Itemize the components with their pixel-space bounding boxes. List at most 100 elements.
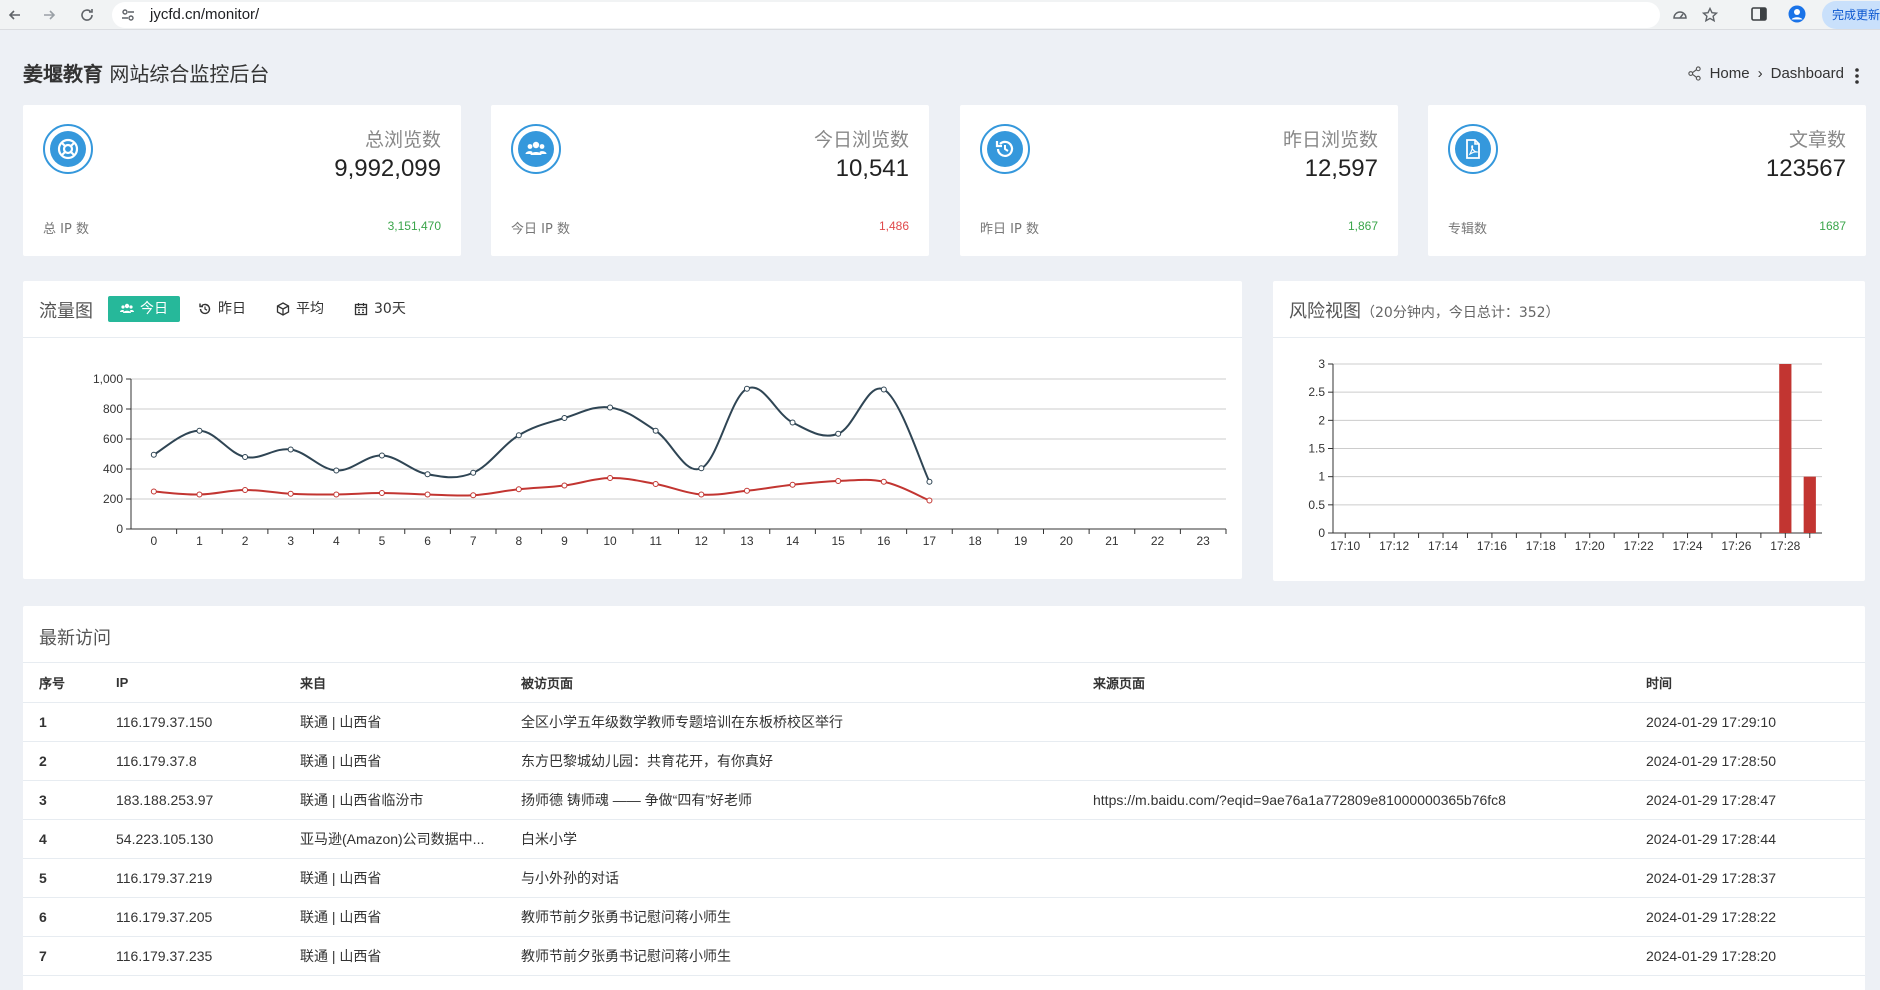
table-cell: 3: [23, 780, 116, 820]
x-tick-label: 1: [196, 534, 203, 548]
y-tick-label: 200: [103, 492, 123, 506]
table-cell: 联通 | 山西省临汾市: [300, 780, 521, 820]
stat-label: 总浏览数: [364, 129, 441, 151]
x-tick-label: 17:20: [1575, 539, 1605, 553]
table-cell: 4: [23, 819, 116, 859]
table-header-row: 序号 IP 来自 被访页面 来源页面 时间: [23, 663, 1865, 703]
forward-icon[interactable]: [38, 4, 60, 26]
table-cell: 183.188.253.97: [116, 780, 300, 820]
tab-label: 平均: [296, 301, 324, 317]
table-cell: 教师节前夕张勇书记慰问蒋小师生: [521, 936, 1093, 976]
data-point: [333, 467, 340, 474]
data-point: [150, 451, 157, 458]
table-cell: 5: [23, 858, 116, 898]
data-point: [242, 454, 249, 460]
table-cell: 116.179.37.150: [116, 702, 300, 742]
column-header: 时间: [1646, 663, 1865, 703]
table-cell: 116.179.37.8: [116, 741, 300, 781]
y-tick-label: 400: [103, 462, 123, 476]
site-settings-icon[interactable]: [120, 7, 136, 23]
x-tick-label: 13: [740, 534, 754, 548]
tab-yesterday[interactable]: 昨日: [186, 296, 258, 322]
data-point: [698, 491, 705, 498]
x-tick-label: 17:18: [1526, 539, 1556, 553]
more-vertical-icon[interactable]: [1854, 66, 1860, 86]
calendar-icon: [354, 303, 368, 316]
x-tick-label: 2: [242, 534, 249, 548]
table-cell: 与小外孙的对话: [521, 858, 1093, 898]
breadcrumb: Home › Dashboard: [1687, 65, 1844, 82]
x-tick-label: 0: [150, 534, 157, 548]
side-panel-icon[interactable]: [1750, 5, 1768, 23]
speed-gauge-icon[interactable]: [1672, 7, 1688, 23]
reload-icon[interactable]: [76, 4, 98, 26]
data-point: [150, 488, 157, 495]
tab-today[interactable]: 今日: [108, 296, 180, 322]
stat-value: 10,541: [835, 155, 909, 182]
pdf-file-icon: [1448, 124, 1498, 174]
data-point: [743, 385, 750, 392]
data-point: [561, 482, 568, 489]
table-row[interactable]: 3 183.188.253.97 联通 | 山西省临汾市 扬师德 铸师魂 —— 争做“…: [23, 780, 1865, 820]
x-tick-label: 21: [1105, 534, 1119, 548]
stat-sub-label: 今日 IP 数: [511, 222, 570, 237]
update-button[interactable]: 完成更新: [1822, 1, 1880, 29]
profile-avatar-icon[interactable]: [1788, 5, 1806, 23]
table-cell: [1093, 858, 1646, 898]
browser-toolbar: jycfd.cn/monitor/ 完成更新: [0, 0, 1880, 30]
bookmark-star-icon[interactable]: [1702, 7, 1718, 23]
data-point: [196, 491, 203, 498]
stat-card-total-views: 总浏览数 9,992,099 总 IP 数 3,151,470: [23, 105, 461, 256]
breadcrumb-home[interactable]: Home: [1710, 65, 1750, 82]
tab-label: 今日: [140, 301, 168, 317]
stat-label: 今日浏览数: [813, 129, 909, 151]
table-row[interactable]: 7 116.179.37.235 联通 | 山西省 教师节前夕张勇书记慰问蒋小师生 20…: [23, 936, 1865, 976]
table-cell: [1093, 897, 1646, 937]
traffic-panel: 流量图 今日 昨日 平均 30天 0 200 400 600 800 1,000 0 1 2 3 4…: [23, 281, 1242, 579]
data-point: [424, 491, 431, 498]
title-text: 网站综合监控后台: [103, 62, 270, 86]
stat-label: 文章数: [1788, 129, 1846, 151]
data-point: [378, 490, 385, 496]
y-tick-label: 1.5: [1308, 442, 1325, 456]
tab-30-days[interactable]: 30天: [342, 296, 418, 322]
x-tick-label: 23: [1197, 534, 1211, 548]
table-row[interactable]: 6 116.179.37.205 联通 | 山西省 教师节前夕张勇书记慰问蒋小师生 20…: [23, 897, 1865, 937]
table-row[interactable]: 4 54.223.105.130 亚马逊(Amazon)公司数据中... 白米小学 20…: [23, 819, 1865, 859]
x-tick-label: 17:22: [1624, 539, 1654, 553]
users-icon: [511, 124, 561, 174]
stat-card-articles: 文章数 123567 专辑数 1687: [1428, 105, 1866, 256]
x-tick-label: 16: [877, 534, 891, 548]
breadcrumb-dashboard[interactable]: Dashboard: [1771, 65, 1844, 82]
table-cell: 2024-01-29 17:28:50: [1646, 741, 1865, 781]
data-point: [378, 452, 385, 459]
y-tick-label: 1: [1318, 470, 1325, 484]
tab-average[interactable]: 平均: [264, 296, 336, 322]
column-header: 序号: [23, 663, 116, 703]
history-icon: [199, 303, 211, 315]
back-icon[interactable]: [4, 4, 26, 26]
address-bar[interactable]: jycfd.cn/monitor/: [112, 2, 1718, 28]
data-point: [470, 492, 477, 499]
column-header: 被访页面: [521, 663, 1093, 703]
x-tick-label: 7: [470, 534, 477, 548]
table-cell: 116.179.37.235: [116, 936, 300, 976]
table-cell: 1: [23, 702, 116, 742]
stat-value: 123567: [1765, 155, 1846, 182]
traffic-title: 流量图: [39, 301, 93, 322]
table-cell: 7: [23, 936, 116, 976]
x-tick-label: 4: [333, 534, 340, 548]
table-row[interactable]: 5 116.179.37.219 联通 | 山西省 与小外孙的对话 2024-01-29…: [23, 858, 1865, 898]
url-text[interactable]: jycfd.cn/monitor/: [150, 6, 259, 23]
table-cell: 扬师德 铸师魂 —— 争做“四有”好老师: [521, 780, 1093, 820]
risk-subtitle: （20分钟内，今日总计：352）: [1361, 305, 1560, 321]
table-row[interactable]: 1 116.179.37.150 联通 | 山西省 全区小学五年级数学教师专题培训在东…: [23, 702, 1865, 742]
x-tick-label: 17:12: [1379, 539, 1409, 553]
x-tick-label: 22: [1151, 534, 1165, 548]
table-cell: https://m.baidu.com/?eqid=9ae76a1a772809…: [1093, 780, 1646, 820]
x-tick-label: 3: [287, 534, 294, 548]
data-point: [287, 446, 294, 453]
x-tick-label: 20: [1060, 534, 1074, 548]
table-row[interactable]: 2 116.179.37.8 联通 | 山西省 东方巴黎城幼儿园：共育花开，有你真好 2…: [23, 741, 1865, 781]
stat-value: 9,992,099: [334, 155, 441, 182]
